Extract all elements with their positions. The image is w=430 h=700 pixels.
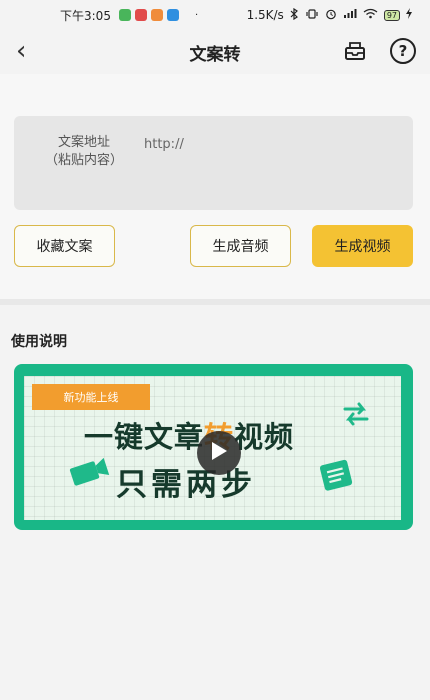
status-dot: · xyxy=(194,9,199,21)
camera-icon xyxy=(68,456,110,490)
tutorial-banner[interactable]: 新功能上线 一键文章转视频 只需两步 xyxy=(14,364,413,530)
url-input-card: 文案地址 （粘贴内容） xyxy=(14,116,413,210)
banner-headline-pre: 一键文章 xyxy=(84,420,205,454)
document-icon xyxy=(318,458,356,496)
url-input-label: 文案地址 （粘贴内容） xyxy=(34,134,134,170)
help-icon[interactable]: ? xyxy=(390,38,416,64)
status-right: 1.5K/s 97 xyxy=(246,7,412,23)
nav-bar: ‹ 文案转 ? xyxy=(0,30,430,74)
status-left: 下午3:05 · xyxy=(60,7,210,24)
composer-panel: 文案地址 （粘贴内容） 收藏文案 生成音频 生成视频 xyxy=(0,74,430,299)
section-divider xyxy=(0,299,430,305)
play-icon xyxy=(210,441,228,465)
battery-level: 97 xyxy=(386,10,397,20)
network-speed: 1.5K/s xyxy=(246,8,284,22)
arrows-icon xyxy=(341,401,371,431)
wechat-app-icon xyxy=(118,9,131,21)
banner-headline-post: 视频 xyxy=(234,420,295,454)
status-bar: 下午3:05 · 1.5K/s 97 xyxy=(0,0,430,30)
new-feature-tag: 新功能上线 xyxy=(32,384,150,410)
camera-app-icon xyxy=(150,9,163,21)
inbox-icon[interactable] xyxy=(343,39,367,63)
signal-icon xyxy=(343,8,357,22)
usage-title: 使用说明 xyxy=(11,334,67,350)
vibrate-icon xyxy=(305,8,319,22)
banner-content: 新功能上线 一键文章转视频 只需两步 xyxy=(24,376,401,520)
message-app-icon xyxy=(134,9,147,21)
generate-video-button[interactable]: 生成视频 xyxy=(312,225,413,267)
page-title: 文案转 xyxy=(189,44,241,65)
status-time: 下午3:05 xyxy=(60,8,111,23)
wifi-icon xyxy=(363,8,378,22)
alarm-icon xyxy=(325,8,337,23)
collect-button[interactable]: 收藏文案 xyxy=(14,225,115,267)
play-button[interactable] xyxy=(197,431,241,475)
generate-audio-button[interactable]: 生成音频 xyxy=(190,225,291,267)
url-input[interactable] xyxy=(144,132,394,156)
back-icon[interactable]: ‹ xyxy=(16,38,40,66)
url-label-line1: 文案地址 xyxy=(57,135,110,150)
charging-icon xyxy=(406,8,412,22)
browser-app-icon xyxy=(166,9,179,21)
url-label-line2: （粘贴内容） xyxy=(44,153,123,168)
battery-icon: 97 xyxy=(383,9,400,21)
bluetooth-icon xyxy=(290,7,299,23)
